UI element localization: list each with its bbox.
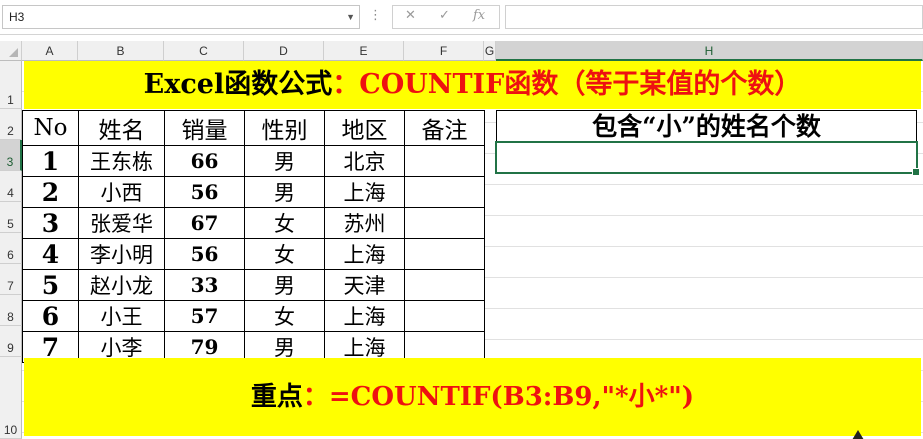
cell-region[interactable]: 上海	[324, 176, 405, 208]
row-header-4[interactable]: 4	[0, 171, 22, 202]
header-cell-note[interactable]: 备注	[404, 110, 485, 146]
cell-sales[interactable]: 56	[164, 176, 245, 208]
row-header-2[interactable]: 2	[0, 109, 22, 140]
cell-no[interactable]: 3	[22, 207, 79, 239]
cell-gender[interactable]: 女	[244, 238, 325, 270]
enter-icon[interactable]: ✓	[439, 8, 450, 23]
row-header-10[interactable]: 10	[0, 357, 22, 439]
cell-region[interactable]: 上海	[324, 238, 405, 270]
header-cell-sales[interactable]: 销量	[164, 110, 245, 146]
result-title[interactable]: 包含“小”的姓名个数	[497, 111, 916, 142]
cell-sales[interactable]: 33	[164, 269, 245, 301]
table-row: 3 张爱华 67 女 苏州	[22, 207, 485, 239]
formula-input[interactable]	[505, 5, 923, 29]
cell-region[interactable]: 上海	[324, 300, 405, 332]
header-cell-name[interactable]: 姓名	[78, 110, 165, 146]
cell-note[interactable]	[404, 207, 485, 239]
cell-name[interactable]: 小西	[78, 176, 165, 208]
row-header-5[interactable]: 5	[0, 202, 22, 233]
cell-gender[interactable]: 男	[244, 176, 325, 208]
insert-function-icon[interactable]: fx	[473, 8, 485, 23]
formula-buttons: ✕ ✓ fx	[392, 5, 500, 29]
cell-note[interactable]	[404, 145, 485, 177]
cell-sales[interactable]: 57	[164, 300, 245, 332]
column-header-b[interactable]: B	[78, 41, 164, 61]
row-header-6[interactable]: 6	[0, 233, 22, 264]
cell-region[interactable]: 苏州	[324, 207, 405, 239]
cell-no[interactable]: 1	[22, 145, 79, 177]
cell-gender[interactable]: 男	[244, 269, 325, 301]
sheet-title[interactable]: Excel函数公式：COUNTIF函数（等于某值的个数）	[24, 61, 921, 109]
cell-no[interactable]: 4	[22, 238, 79, 270]
note-formula: ：=COUNTIF(B3:B9,"*小*")	[302, 382, 695, 412]
column-header-d[interactable]: D	[244, 41, 324, 61]
title-part-1: Excel函数公式	[143, 69, 333, 100]
column-header-a[interactable]: A	[22, 41, 78, 61]
cell-no[interactable]: 2	[22, 176, 79, 208]
active-cell-h3[interactable]	[495, 141, 920, 176]
name-box[interactable]: H3 ▼	[2, 5, 360, 29]
cell-name[interactable]: 张爱华	[78, 207, 165, 239]
cell-no[interactable]: 5	[22, 269, 79, 301]
select-all-button[interactable]	[0, 41, 22, 61]
chevron-down-icon[interactable]: ▼	[346, 6, 355, 28]
cell-name[interactable]: 王东栋	[78, 145, 165, 177]
column-header-h[interactable]: H	[496, 41, 923, 61]
table-row: 6 小王 57 女 上海	[22, 300, 485, 332]
row-header-3[interactable]: 3	[0, 140, 22, 171]
row-header-9[interactable]: 9	[0, 326, 22, 357]
title-part-2: ：COUNTIF函数（等于某值的个数）	[332, 69, 802, 100]
mouse-cursor-icon	[852, 430, 864, 439]
more-options-icon[interactable]: ⋮	[369, 8, 382, 23]
data-table: No 姓名 销量 性别 地区 备注 1 王东栋 66 男 北京 2 小西 56 …	[22, 110, 485, 363]
header-cell-region[interactable]: 地区	[324, 110, 405, 146]
table-row: 4 李小明 56 女 上海	[22, 238, 485, 270]
cell-region[interactable]: 北京	[324, 145, 405, 177]
formula-note[interactable]: 重点：=COUNTIF(B3:B9,"*小*")	[24, 358, 921, 436]
cell-gender[interactable]: 女	[244, 207, 325, 239]
cell-sales[interactable]: 67	[164, 207, 245, 239]
table-header-row: No 姓名 销量 性别 地区 备注	[22, 110, 485, 146]
row-header-1[interactable]: 1	[0, 61, 22, 109]
cell-sales[interactable]: 56	[164, 238, 245, 270]
cell-no[interactable]: 6	[22, 300, 79, 332]
name-box-value: H3	[9, 10, 25, 24]
table-row: 2 小西 56 男 上海	[22, 176, 485, 208]
cell-name[interactable]: 小王	[78, 300, 165, 332]
cell-note[interactable]	[404, 176, 485, 208]
column-header-g[interactable]: G	[484, 41, 496, 61]
cancel-icon[interactable]: ✕	[405, 8, 416, 23]
cell-sales[interactable]: 66	[164, 145, 245, 177]
cell-gender[interactable]: 女	[244, 300, 325, 332]
result-box: 包含“小”的姓名个数	[495, 110, 920, 176]
column-header-e[interactable]: E	[324, 41, 404, 61]
column-header-f[interactable]: F	[404, 41, 484, 61]
formula-bar: H3 ▼ ⋮ ✕ ✓ fx	[0, 0, 923, 35]
table-row: 1 王东栋 66 男 北京	[22, 145, 485, 177]
cell-note[interactable]	[404, 269, 485, 301]
header-cell-gender[interactable]: 性别	[244, 110, 325, 146]
row-header-7[interactable]: 7	[0, 264, 22, 295]
header-cell-no[interactable]: No	[22, 110, 79, 146]
cell-gender[interactable]: 男	[244, 145, 325, 177]
cell-name[interactable]: 赵小龙	[78, 269, 165, 301]
cell-name[interactable]: 李小明	[78, 238, 165, 270]
cell-region[interactable]: 天津	[324, 269, 405, 301]
column-header-c[interactable]: C	[164, 41, 244, 61]
note-label: 重点	[250, 382, 303, 412]
cell-note[interactable]	[404, 238, 485, 270]
cell-note[interactable]	[404, 300, 485, 332]
table-row: 5 赵小龙 33 男 天津	[22, 269, 485, 301]
row-header-8[interactable]: 8	[0, 295, 22, 326]
